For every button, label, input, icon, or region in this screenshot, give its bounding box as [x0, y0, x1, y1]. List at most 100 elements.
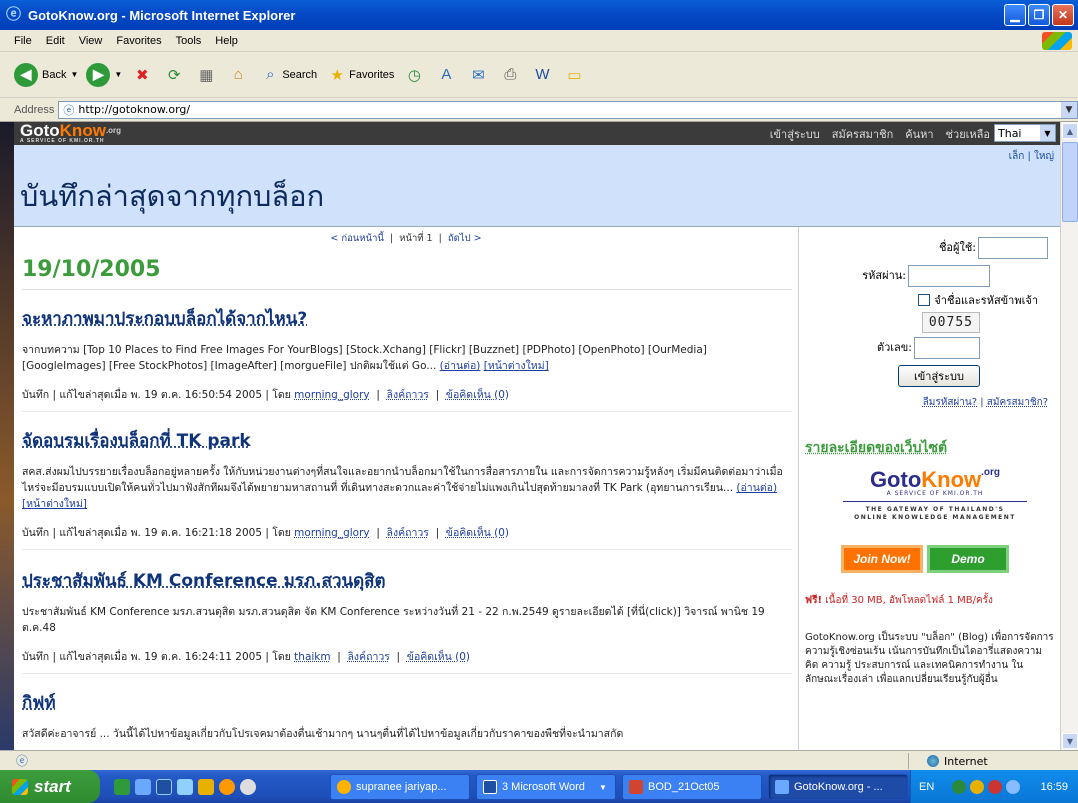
tray-icon[interactable]: [952, 779, 967, 794]
refresh-icon[interactable]: ⟳: [162, 63, 186, 87]
media-icon[interactable]: [240, 778, 256, 795]
post-title[interactable]: จัดอบรมเรื่องบล็อกที่ TK park: [22, 427, 792, 454]
post-item: จะหาภาพมาประกอบบล็อกได้จากไหน? จากบทความ…: [22, 305, 792, 412]
vertical-scrollbar[interactable]: ▲ ▼: [1060, 122, 1078, 750]
search-label: Search: [282, 68, 318, 81]
task-messenger[interactable]: supranee jariyap...: [330, 774, 470, 800]
stop-icon[interactable]: ✖: [130, 63, 154, 87]
address-input[interactable]: ⓔ http://gotoknow.org/ ▼: [58, 100, 1078, 119]
new-window-link[interactable]: [หน้าต่างใหม่]: [484, 360, 549, 372]
mail-icon[interactable]: ✉: [466, 63, 490, 87]
permalink[interactable]: ลิงค์ถาวร: [387, 389, 429, 401]
permalink[interactable]: ลิงค์ถาวร: [348, 651, 390, 663]
demo-button[interactable]: Demo: [927, 545, 1009, 573]
pager-next[interactable]: ถัดไป >: [448, 233, 482, 244]
search-button[interactable]: ⌕ Search: [258, 63, 317, 87]
author-link[interactable]: thaikm: [294, 651, 330, 663]
post-title[interactable]: ประชาสัมพันธ์ KM Conference มรภ.สวนดุสิต: [22, 567, 792, 594]
site-logo[interactable]: GotoKnow.org A SERVICE OF KMI.OR.TH: [20, 122, 121, 144]
page-status-icon: ⓔ: [16, 754, 29, 768]
language-indicator[interactable]: EN: [919, 781, 934, 793]
post-meta: บันทึก | แก้ไขล่าสุดเมื่อ พ. 19 ต.ค. 16:…: [22, 389, 510, 401]
outlook-icon[interactable]: [177, 778, 193, 795]
messenger-icon[interactable]: [219, 778, 235, 795]
back-label: Back: [42, 68, 67, 81]
home-icon[interactable]: ⌂: [226, 63, 250, 87]
tray-icon[interactable]: [1006, 779, 1021, 794]
favorites-button[interactable]: ★ Favorites: [325, 63, 394, 87]
nav-search[interactable]: ค้นหา: [905, 125, 933, 143]
post-item: กิฟท์ สวัสดีค่ะอาจารย์ ... วันนี้ได้ไปหา…: [22, 689, 792, 742]
comments-link[interactable]: ข้อคิดเห็น (0): [446, 389, 509, 401]
author-link[interactable]: morning_glory: [294, 527, 369, 539]
ie-quick-icon[interactable]: [135, 778, 151, 795]
comments-link[interactable]: ข้อคิดเห็น (0): [407, 651, 470, 663]
post-excerpt: สคส.ส่งผมไปบรรยายเรื่องบล็อกอยู่หลายครั้…: [22, 464, 792, 512]
site-details-heading[interactable]: รายละเอียดของเว็บไซต์: [805, 437, 947, 459]
signup-link[interactable]: สมัครสมาชิก?: [987, 397, 1048, 408]
back-button[interactable]: ◀ Back ▼: [14, 62, 78, 87]
gotoknow-banner[interactable]: GotoKnow.org A SERVICE OF KMI.OR.TH THE …: [835, 467, 1035, 521]
login-button[interactable]: เข้าสู่ระบบ: [898, 365, 980, 387]
history-icon[interactable]: ◷: [402, 63, 426, 87]
menu-help[interactable]: Help: [215, 35, 238, 47]
folder-icon[interactable]: ▭: [562, 63, 586, 87]
comments-link[interactable]: ข้อคิดเห็น (0): [446, 527, 509, 539]
join-now-button[interactable]: Join Now!: [841, 545, 923, 573]
task-ie[interactable]: GotoKnow.org - ...: [768, 774, 908, 800]
post-title[interactable]: จะหาภาพมาประกอบบล็อกได้จากไหน?: [22, 305, 792, 332]
back-dropdown-icon[interactable]: ▼: [70, 70, 78, 79]
print-icon[interactable]: ⎙: [498, 63, 522, 87]
menu-file[interactable]: File: [14, 35, 32, 47]
tray-icon[interactable]: [970, 779, 985, 794]
task-word[interactable]: 3 Microsoft Word ▼: [476, 774, 616, 800]
nav-help[interactable]: ช่วยเหลือ: [946, 125, 990, 143]
author-link[interactable]: morning_glory: [294, 389, 369, 401]
word-edit-icon[interactable]: W: [530, 63, 554, 87]
scroll-down-icon[interactable]: ▼: [1062, 733, 1078, 749]
scroll-thumb[interactable]: [1062, 142, 1078, 222]
scroll-up-icon[interactable]: ▲: [1062, 123, 1078, 139]
menu-edit[interactable]: Edit: [46, 35, 65, 47]
nav-signup[interactable]: สมัครสมาชิก: [832, 125, 894, 143]
menu-tools[interactable]: Tools: [176, 35, 202, 47]
favorites-star-icon: ★: [330, 66, 344, 84]
language-select[interactable]: Thai ▼: [994, 124, 1056, 142]
read-more-link[interactable]: (อ่านต่อ): [440, 360, 481, 372]
maximize-button[interactable]: ❐: [1028, 4, 1050, 26]
close-button[interactable]: ✕: [1052, 4, 1074, 26]
window-titlebar[interactable]: ⓔ GotoKnow.org - Microsoft Internet Expl…: [0, 0, 1078, 30]
menu-favorites[interactable]: Favorites: [116, 35, 161, 47]
menu-view[interactable]: View: [79, 35, 103, 47]
task-powerpoint[interactable]: BOD_21Oct05: [622, 774, 762, 800]
remember-checkbox[interactable]: [918, 294, 931, 306]
forward-button[interactable]: ▶ ▼: [86, 62, 122, 87]
page-icon[interactable]: ▦: [194, 63, 218, 87]
start-button[interactable]: start: [0, 770, 100, 803]
post-title[interactable]: กิฟท์: [22, 689, 792, 716]
word-icon[interactable]: [156, 778, 172, 795]
folder-quick-icon[interactable]: [198, 778, 214, 795]
forgot-password-link[interactable]: ลืมรหัสผ่าน?: [923, 397, 977, 408]
permalink[interactable]: ลิงค์ถาวร: [387, 527, 429, 539]
read-more-link[interactable]: (อ่านต่อ): [736, 482, 777, 494]
post-body-text: สคส.ส่งผมไปบรรยายเรื่องบล็อกอยู่หลายครั้…: [22, 466, 783, 494]
code-input[interactable]: [914, 337, 980, 359]
page-viewport[interactable]: GotoKnow.org A SERVICE OF KMI.OR.TH เข้า…: [14, 122, 1060, 750]
address-label: Address: [14, 103, 55, 116]
messenger-task-icon: [337, 780, 351, 794]
post-divider: [22, 411, 792, 412]
new-window-link[interactable]: [หน้าต่างใหม่]: [22, 498, 87, 510]
nav-login[interactable]: เข้าสู่ระบบ: [770, 125, 820, 143]
password-label: รหัสผ่าน:: [862, 269, 906, 282]
tray-icon[interactable]: [988, 779, 1003, 794]
address-dropdown-icon[interactable]: ▼: [1061, 101, 1077, 118]
minimize-button[interactable]: ▁: [1004, 4, 1026, 26]
font-size-icon[interactable]: A: [434, 63, 458, 87]
password-input[interactable]: [908, 265, 990, 287]
username-input[interactable]: [978, 237, 1048, 259]
pager-prev[interactable]: < ก่อนหน้านี้: [330, 233, 384, 244]
forward-dropdown-icon[interactable]: ▼: [114, 70, 122, 79]
excel-icon[interactable]: [114, 778, 130, 795]
font-size-links[interactable]: เล็ก | ใหญ่: [1009, 149, 1054, 164]
